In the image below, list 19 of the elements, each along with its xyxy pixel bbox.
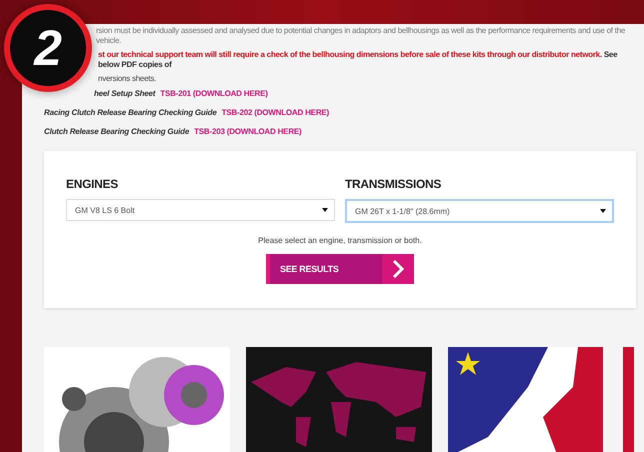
field-label: ENGINES [66,177,119,191]
note-text: rsion must be individually assessed and analysed due to potential changes in adaptors and bellhousings as well as the performance requirements and use of the vehicle. [96,26,626,46]
document-title: Clutch Release Bearing Checking Guide [44,127,190,136]
download-link[interactable]: TSB-203 (DOWNLOAD HERE) [194,127,302,136]
document-title: Racing Clutch Release Bearing Checking Guide [44,108,217,117]
caret-icon [600,209,606,213]
chevron-right-icon [392,260,404,278]
field-label: TRANSMISSIONS [345,177,442,191]
note-text: st our technical support team will still require a check of the bellhousing dimensions before sale of these kits through our distributor network. See below PDF copies of [98,50,618,70]
download-link[interactable]: TSB-202 (DOWNLOAD HERE) [222,108,329,117]
see-results-button[interactable]: SEE RESULTS [266,254,414,284]
step-number-badge: 2 [4,4,92,92]
note-text: nversions sheets. [98,74,158,84]
hint-text: Please select an engine, transmission or both. [257,236,423,245]
caret-icon [322,208,328,212]
engine-dropdown[interactable]: GM V8 LS 6 Bolt [66,199,335,221]
download-link[interactable]: TSB-201 (DOWNLOAD HERE) [160,89,268,98]
transmission-dropdown[interactable]: GM 26T x 1-1/8" (28.6mm) [345,199,614,223]
document-title: heel Setup Sheet [94,89,156,98]
